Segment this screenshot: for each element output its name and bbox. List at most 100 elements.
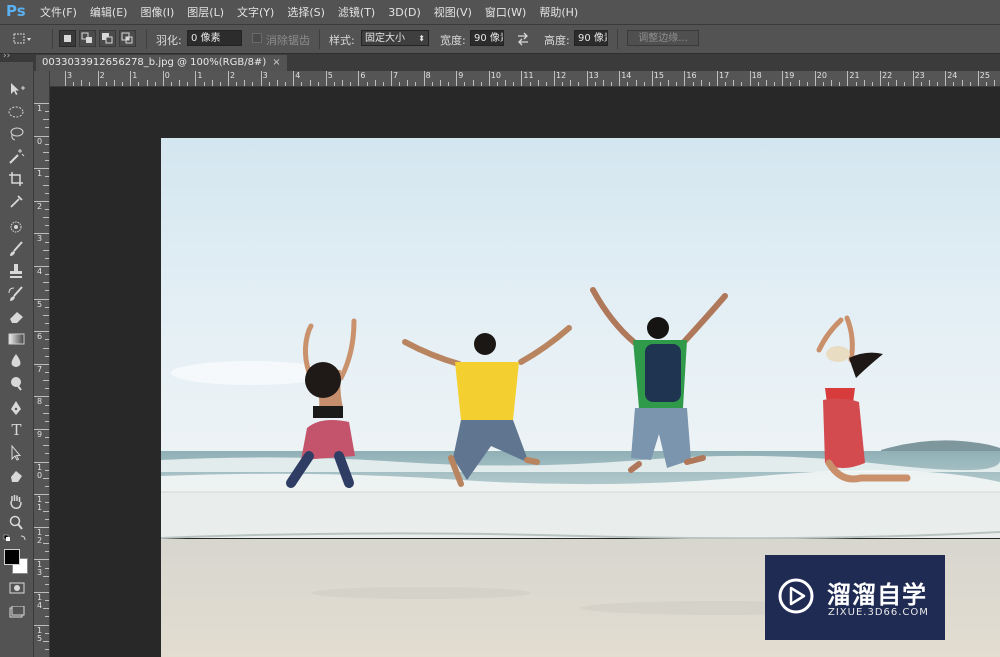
brush-tool[interactable] <box>6 240 27 258</box>
healing-tool[interactable] <box>6 218 27 236</box>
antialias-checkbox[interactable] <box>252 33 262 43</box>
ruler-minor-tick <box>43 608 49 610</box>
document-tab[interactable]: 0033033912656278_b.jpg @ 100%(RGB/8#) × <box>36 55 287 71</box>
path-select-tool[interactable] <box>6 444 27 462</box>
menu-select[interactable]: 选择(S) <box>287 4 325 20</box>
ruler-minor-tick <box>268 82 270 86</box>
ruler-major-tick <box>391 71 392 86</box>
screen-mode-button[interactable] <box>9 605 25 618</box>
menu-help[interactable]: 帮助(H) <box>539 4 578 20</box>
ruler-major-tick <box>228 71 229 86</box>
ruler-minor-tick <box>407 80 409 86</box>
stamp-tool[interactable] <box>6 262 27 280</box>
ruler-minor-tick <box>741 82 743 86</box>
menu-file[interactable]: 文件(F) <box>40 4 77 20</box>
dodge-tool[interactable] <box>6 374 27 392</box>
ruler-minor-tick <box>464 82 466 86</box>
pen-tool[interactable] <box>6 399 27 417</box>
ruler-minor-tick <box>562 82 564 86</box>
zoom-tool[interactable] <box>6 514 27 532</box>
eyedropper-tool[interactable] <box>6 192 27 210</box>
width-label: 宽度: <box>440 34 466 47</box>
subtract-selection-button[interactable] <box>99 30 116 47</box>
menu-layer[interactable]: 图层(L) <box>187 4 224 20</box>
width-input[interactable]: 90 像素 <box>470 30 504 46</box>
ruler-label: 4 <box>37 267 43 276</box>
ruler-minor-tick <box>839 82 841 86</box>
ruler-minor-tick <box>611 82 613 86</box>
intersect-selection-button[interactable] <box>119 30 136 47</box>
add-selection-button[interactable] <box>79 30 96 47</box>
close-icon[interactable]: × <box>272 57 280 68</box>
foreground-color-swatch[interactable] <box>4 549 20 565</box>
height-label: 高度: <box>544 34 570 47</box>
style-select[interactable]: 固定大小 ⬍ <box>361 30 429 46</box>
ruler-label: 1 <box>37 169 43 179</box>
history-brush-tool[interactable] <box>6 285 27 303</box>
ruler-minor-tick <box>309 80 311 86</box>
ruler-major-tick <box>684 71 686 86</box>
ruler-minor-tick <box>953 82 955 86</box>
dodge-icon <box>11 377 22 391</box>
height-input[interactable]: 90 像素 <box>574 30 608 46</box>
ruler-minor-tick <box>43 510 49 512</box>
blur-tool[interactable] <box>6 352 27 370</box>
menu-3d[interactable]: 3D(D) <box>388 6 421 19</box>
ruler-minor-tick <box>757 82 759 86</box>
menu-image[interactable]: 图像(I) <box>140 4 174 20</box>
ruler-minor-tick <box>602 80 604 86</box>
magic-wand-tool[interactable] <box>6 147 27 165</box>
tool-preset-picker[interactable] <box>12 31 32 47</box>
ruler-minor-tick <box>43 575 49 577</box>
ruler-minor-tick <box>43 282 49 284</box>
ruler-minor-tick <box>105 82 107 86</box>
marquee-tool[interactable] <box>6 103 27 121</box>
ruler-minor-tick <box>45 420 49 422</box>
toolbox-header: ›› <box>0 51 33 62</box>
vertical-ruler[interactable]: 1 0 1 2 3 4 5 6 7 8 9 10 11 12 13 14 15 <box>34 71 50 657</box>
hand-tool[interactable] <box>6 492 27 510</box>
document-tab-title: 0033033912656278_b.jpg @ 100%(RGB/8#) <box>42 57 267 68</box>
menu-type[interactable]: 文字(Y) <box>237 4 274 20</box>
swap-colors[interactable] <box>3 533 30 543</box>
ruler-label: 16 <box>686 71 697 80</box>
ruler-minor-tick <box>643 82 645 86</box>
ruler-label: 0 <box>164 71 170 80</box>
ruler-label: 5 <box>37 299 43 309</box>
crop-tool[interactable] <box>6 170 27 188</box>
shape-tool[interactable] <box>6 467 27 485</box>
collapse-icon[interactable]: ›› <box>3 51 10 61</box>
ruler-label: 8 <box>37 397 43 407</box>
ruler-minor-tick <box>700 80 702 86</box>
refine-edge-button[interactable]: 调整边缘... <box>627 30 699 46</box>
quick-mask-button[interactable] <box>9 582 25 594</box>
menu-filter[interactable]: 滤镜(T) <box>338 4 375 20</box>
ruler-label: 19 <box>784 71 795 80</box>
horizontal-ruler[interactable]: 3 2 1 0 1 2 3 4 5 6 7 8 9 10 11 12 13 14 15 16 17 18 19 20 21 22 2… <box>50 71 1000 87</box>
ruler-minor-tick <box>45 274 49 276</box>
feather-input[interactable]: 0 像素 <box>187 30 242 46</box>
ruler-minor-tick <box>45 339 49 341</box>
new-selection-button[interactable] <box>59 30 76 47</box>
eraser-tool[interactable] <box>6 307 27 325</box>
ruler-minor-tick <box>480 82 482 86</box>
menu-view[interactable]: 视图(V) <box>434 4 472 20</box>
magic-wand-icon <box>9 149 25 164</box>
ruler-minor-tick <box>570 80 572 86</box>
ruler-minor-tick <box>45 600 49 602</box>
document-tab-bar: 0033033912656278_b.jpg @ 100%(RGB/8#) × <box>34 54 1000 71</box>
ruler-minor-tick <box>692 82 694 86</box>
ruler-major-tick <box>945 71 947 86</box>
ruler-label: 12 <box>556 71 567 80</box>
lasso-tool[interactable] <box>6 125 27 143</box>
ruler-minor-tick <box>252 82 254 86</box>
menu-window[interactable]: 窗口(W) <box>485 4 526 20</box>
ruler-minor-tick <box>45 632 49 634</box>
gradient-tool[interactable] <box>6 330 27 348</box>
type-tool[interactable]: T <box>6 421 27 439</box>
swap-dimensions-button[interactable] <box>515 31 531 47</box>
gradient-icon <box>8 333 25 345</box>
menu-edit[interactable]: 编辑(E) <box>90 4 128 20</box>
move-tool[interactable] <box>6 80 27 98</box>
ruler-major-tick <box>162 71 164 86</box>
